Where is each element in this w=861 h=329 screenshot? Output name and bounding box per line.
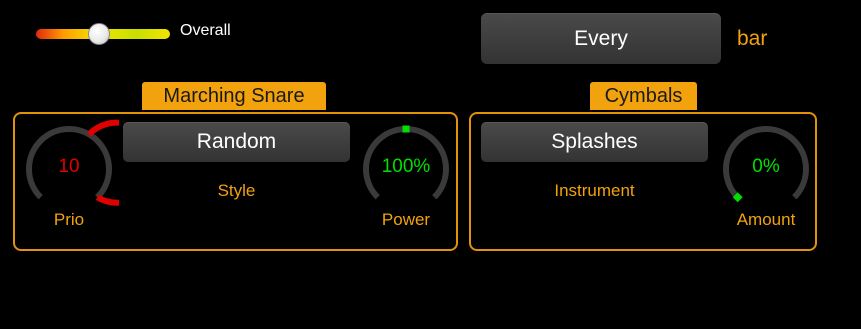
amount-label: Amount <box>736 210 796 229</box>
power-value: 100% <box>381 156 431 177</box>
overall-label: Overall <box>180 22 231 39</box>
prio-label: Prio <box>53 210 85 229</box>
prio-value: 10 <box>58 156 80 177</box>
power-label: Power <box>381 210 431 229</box>
overall-slider-thumb[interactable] <box>87 23 110 45</box>
instrument-button[interactable]: Splashes <box>481 122 708 162</box>
cymbals-title: Cymbals <box>590 82 697 110</box>
unit-label: bar <box>737 27 768 50</box>
amount-value: 0% <box>752 156 780 177</box>
style-label: Style <box>217 181 256 200</box>
marching-snare-title: Marching Snare <box>142 82 326 110</box>
power-knob-marker <box>402 125 410 133</box>
every-button[interactable]: Every <box>481 13 721 64</box>
instrument-label: Instrument <box>554 181 635 200</box>
style-button[interactable]: Random <box>123 122 350 162</box>
